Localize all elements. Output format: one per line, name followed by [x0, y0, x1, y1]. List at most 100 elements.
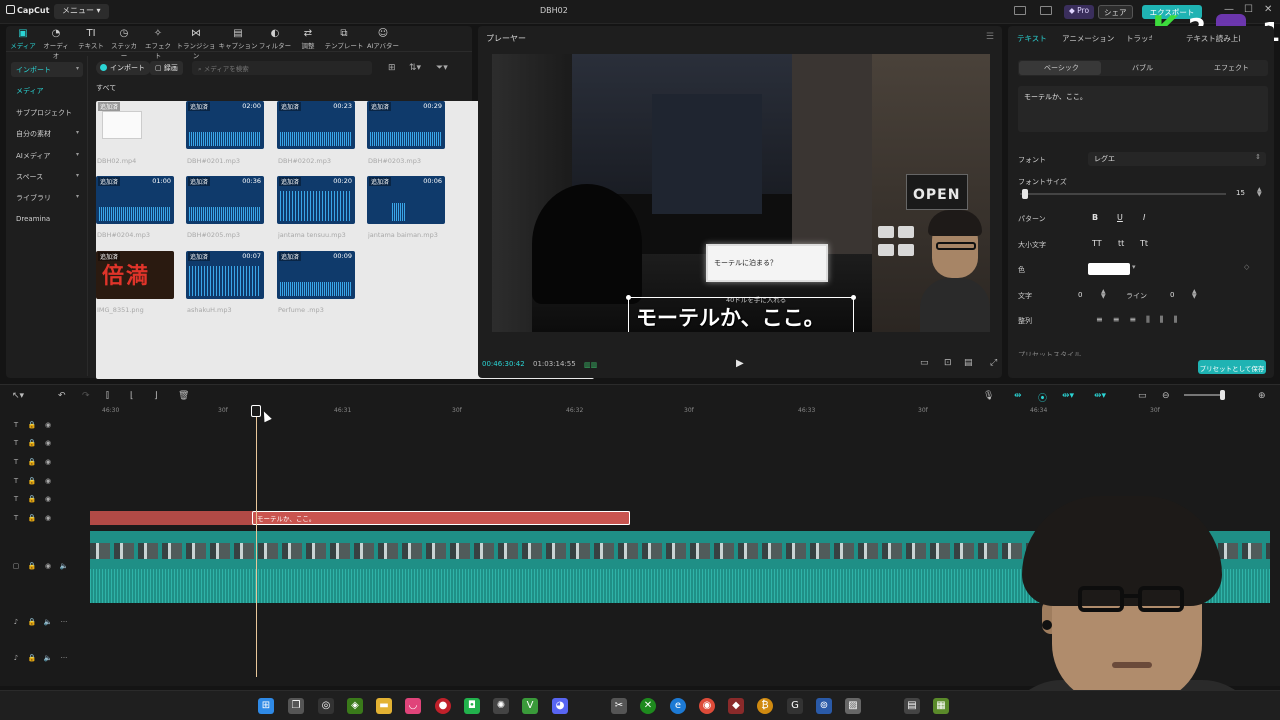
media-thumb-audio[interactable]: 追加済 01:00: [96, 176, 174, 224]
game-icon[interactable]: ◆: [728, 698, 744, 714]
playhead-line[interactable]: [256, 411, 257, 677]
zoom-fit-icon[interactable]: ⊡: [944, 358, 952, 368]
zoom-slider[interactable]: [1184, 394, 1224, 396]
xbox-icon[interactable]: ✕: [640, 698, 656, 714]
ratio-icon[interactable]: ▭: [920, 358, 929, 368]
sidebar-item-media[interactable]: メディア: [11, 83, 83, 98]
eye-icon[interactable]: ◉: [40, 495, 56, 503]
lips-icon[interactable]: ◡: [405, 698, 421, 714]
caption-text[interactable]: モーテルか、ここ。: [636, 302, 825, 332]
sidebar-item-ai-media[interactable]: AIメディア ▾: [11, 148, 83, 163]
tool-template[interactable]: ⧉ テンプレート: [324, 28, 364, 50]
italic-button[interactable]: I: [1143, 213, 1145, 222]
media-thumb-audio[interactable]: 追加済 00:06: [367, 176, 445, 224]
discord-icon[interactable]: ◕: [552, 698, 568, 714]
zoom-slider-thumb[interactable]: [1220, 390, 1225, 400]
lock-icon[interactable]: 🔒: [24, 514, 40, 522]
undo-icon[interactable]: ↶: [58, 391, 66, 401]
trim-right-icon[interactable]: ⌋: [154, 391, 158, 401]
tool-transition[interactable]: ⋈ トランジション: [174, 28, 218, 60]
linkage-icon[interactable]: ⇹▾: [1062, 391, 1074, 401]
font-size-slider[interactable]: [1020, 193, 1226, 195]
capcut-icon[interactable]: ✂: [611, 698, 627, 714]
resize-handle[interactable]: [626, 295, 631, 300]
char-spacing-stepper-icon[interactable]: ▲ ▼: [1101, 289, 1106, 300]
menu-button[interactable]: メニュー ▾: [54, 4, 109, 19]
line-icon[interactable]: ◘: [464, 698, 480, 714]
lock-icon[interactable]: 🔒: [24, 654, 40, 662]
tab-tts[interactable]: テキスト読み上げ: [1186, 33, 1240, 44]
lock-icon[interactable]: 🔒: [24, 562, 40, 570]
minecraft-icon[interactable]: ▦: [933, 698, 949, 714]
media-thumb-audio[interactable]: 追加済 02:00: [186, 101, 264, 149]
edge-icon[interactable]: e: [670, 698, 686, 714]
vim-icon[interactable]: V: [522, 698, 538, 714]
tool-adjust[interactable]: ⇄ 調整: [296, 28, 320, 50]
link-icon[interactable]: ⇹: [1014, 391, 1022, 401]
sidebar-item-subproject[interactable]: サブプロジェクト: [11, 105, 83, 120]
sidebar-item-library[interactable]: ライブラリ ▾: [11, 190, 83, 205]
line-spacing-value[interactable]: 0: [1170, 291, 1174, 299]
audio-icon[interactable]: 🔈: [56, 562, 72, 570]
media-thumb-image[interactable]: 倍満 追加済: [96, 251, 174, 299]
eye-icon[interactable]: ◉: [40, 514, 56, 522]
chevron-down-icon[interactable]: ▾: [1132, 263, 1136, 271]
preview-axis-icon[interactable]: ⇹▾: [1094, 391, 1106, 401]
g-icon[interactable]: G: [787, 698, 803, 714]
media-thumb-audio[interactable]: 追加済 00:09: [277, 251, 355, 299]
layout-icon[interactable]: [1014, 6, 1026, 15]
fullscreen-icon[interactable]: ⤢: [990, 358, 997, 368]
font-select[interactable]: レグエ ⇕: [1088, 152, 1266, 166]
video-preview[interactable]: OPEN モーテルに泊まる？ 40ドルを手に入れる モーテルか、ここ。: [492, 54, 990, 332]
grid-view-icon[interactable]: ⊞: [388, 63, 396, 73]
bold-button[interactable]: B: [1092, 213, 1098, 222]
nvidia-icon[interactable]: ◈: [347, 698, 363, 714]
more-icon[interactable]: ···: [56, 654, 72, 662]
caption-track-icon[interactable]: ▭: [1138, 391, 1147, 401]
play-button[interactable]: ▶: [736, 358, 744, 369]
notepad-icon[interactable]: ▤: [904, 698, 920, 714]
save-preset-button[interactable]: プリセットとして保存: [1198, 360, 1266, 374]
caption-text-input[interactable]: モーテルか、ここ。: [1018, 86, 1268, 132]
zoom-out-icon[interactable]: ⊖: [1162, 391, 1170, 401]
align-buttons[interactable]: ≡≡≡⫼⫼⫼: [1096, 315, 1187, 325]
sort-icon[interactable]: ⇅▾: [409, 63, 421, 73]
sidebar-item-import[interactable]: インポート ▾: [11, 62, 83, 77]
eye-icon[interactable]: ◉: [40, 562, 56, 570]
lock-icon[interactable]: 🔒: [24, 421, 40, 429]
redo-icon[interactable]: ↷: [82, 391, 90, 401]
tool-caption[interactable]: ▤ キャプション: [218, 28, 258, 50]
more-icon[interactable]: ···: [56, 618, 72, 626]
sidebar-item-dreamina[interactable]: Dreamina: [11, 212, 83, 227]
keyframe-icon[interactable]: ◇: [1244, 263, 1249, 271]
playhead-handle[interactable]: [251, 405, 261, 417]
media-thumb-audio[interactable]: 追加済 00:29: [367, 101, 445, 149]
tool-sticker[interactable]: ◷ ステッカー: [108, 28, 140, 60]
tool-ai-avatar[interactable]: ☺ AIアバター: [366, 28, 400, 50]
lock-icon[interactable]: 🔒: [24, 495, 40, 503]
lowercase-button[interactable]: tt: [1118, 239, 1124, 248]
shortcut-icon[interactable]: [1040, 6, 1052, 15]
selected-text-clip[interactable]: モーテルか、ここ。: [252, 511, 630, 525]
microphone-icon[interactable]: 🎙: [983, 391, 994, 401]
bitcoin-icon[interactable]: ₿: [757, 698, 773, 714]
tool-effect[interactable]: ✧ エフェクト: [142, 28, 174, 60]
eye-icon[interactable]: ◉: [40, 421, 56, 429]
media-thumb-audio[interactable]: 追加済 00:23: [277, 101, 355, 149]
lock-icon[interactable]: 🔒: [24, 439, 40, 447]
media-search-input[interactable]: ⌕ メディアを検索: [192, 61, 372, 75]
player-menu-icon[interactable]: ☰: [986, 32, 994, 42]
app-icon[interactable]: ⊚: [816, 698, 832, 714]
line-spacing-stepper-icon[interactable]: ▲ ▼: [1192, 289, 1197, 300]
filter-list-icon[interactable]: ⏷▾: [436, 63, 448, 73]
tab-tracking[interactable]: トラッキング: [1126, 33, 1152, 44]
task-view-icon[interactable]: ❐: [288, 698, 304, 714]
import-button[interactable]: インポート: [96, 61, 151, 75]
titlecase-button[interactable]: Tt: [1140, 239, 1148, 248]
chrome-icon[interactable]: ◉: [699, 698, 715, 714]
quality-icon[interactable]: ▤: [964, 358, 973, 368]
subtab-effect[interactable]: エフェクト: [1214, 63, 1249, 73]
lock-icon[interactable]: 🔒: [24, 477, 40, 485]
media-thumb-audio[interactable]: 追加済 00:07: [186, 251, 264, 299]
lock-icon[interactable]: 🔒: [24, 458, 40, 466]
